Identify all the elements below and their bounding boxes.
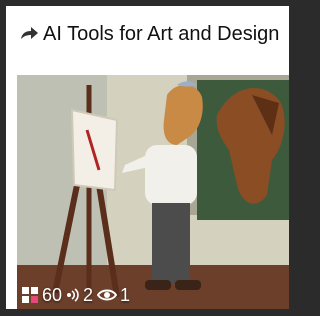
content-card[interactable]: AI Tools for Art and Design 60 2 1 — [6, 6, 289, 309]
views-stat: 1 — [97, 285, 130, 305]
stats-bar: 60 2 1 — [21, 285, 130, 305]
eye-icon — [97, 288, 118, 302]
grid-count: 60 — [42, 285, 63, 305]
card-title-text: AI Tools for Art and Design — [43, 23, 280, 45]
audio-stat: 2 — [66, 285, 93, 305]
grid-icon — [21, 286, 39, 304]
painting-image — [17, 75, 289, 309]
audio-count: 2 — [83, 285, 94, 305]
card-title[interactable]: AI Tools for Art and Design — [19, 22, 281, 47]
audio-icon — [66, 288, 80, 302]
views-count: 1 — [120, 285, 131, 305]
share-arrow-icon — [19, 22, 39, 39]
card-thumbnail[interactable]: 60 2 1 — [17, 75, 289, 309]
grid-stat: 60 — [21, 285, 62, 305]
